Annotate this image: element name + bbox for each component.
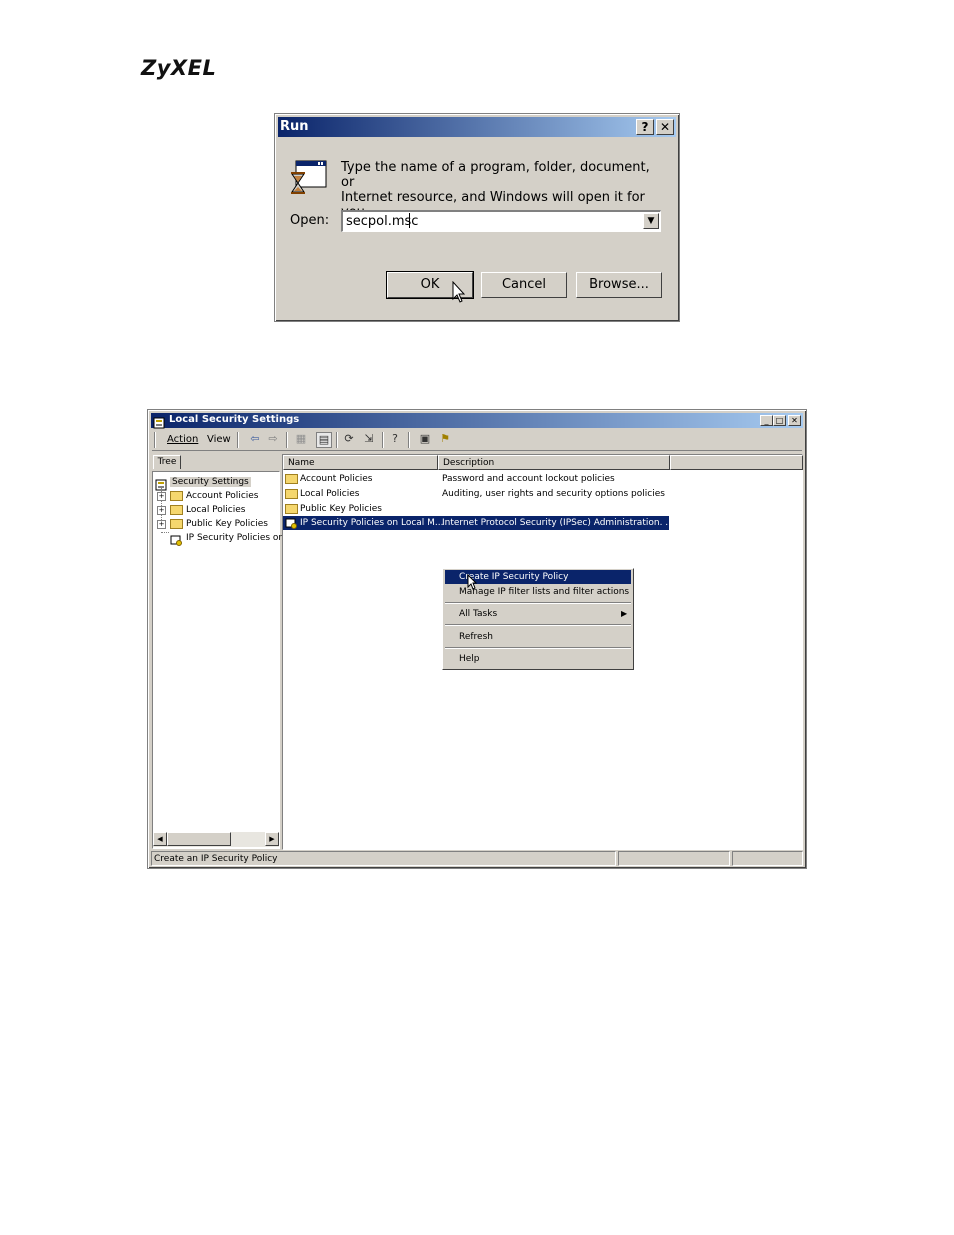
submenu-arrow-icon: ▶ bbox=[621, 609, 628, 618]
column-header-description[interactable]: Description bbox=[438, 455, 670, 470]
toolbar-separator bbox=[237, 432, 239, 448]
help-button[interactable]: ? bbox=[636, 119, 654, 135]
help-icon[interactable]: ? bbox=[388, 432, 402, 446]
lss-close-button[interactable]: ✕ bbox=[788, 415, 801, 426]
tree-item-public-key-policies[interactable]: Public Key Policies bbox=[186, 519, 268, 529]
row-name: IP Security Policies on Local M... bbox=[300, 518, 444, 528]
list-pane: Name Description Account Policies Passwo… bbox=[282, 454, 803, 850]
expand-icon[interactable]: + bbox=[157, 520, 166, 529]
folder-icon bbox=[285, 504, 298, 514]
forward-arrow-icon[interactable]: ⇨ bbox=[266, 432, 280, 446]
refresh-icon[interactable]: ⟳ bbox=[342, 432, 356, 446]
tree-horizontal-scrollbar[interactable]: ◀ ▶ bbox=[153, 832, 279, 847]
toolbar-separator bbox=[382, 432, 384, 448]
open-label: Open: bbox=[290, 213, 330, 228]
mouse-cursor-icon bbox=[452, 280, 466, 309]
toolbar-separator bbox=[336, 432, 338, 448]
lss-title: Local Security Settings bbox=[169, 414, 300, 425]
column-header-empty[interactable] bbox=[670, 455, 803, 470]
list-row[interactable]: Local Policies Auditing, user rights and… bbox=[283, 487, 669, 501]
menu-item-help[interactable]: Help bbox=[445, 652, 631, 666]
menu-item-all-tasks[interactable]: All Tasks bbox=[445, 607, 631, 621]
tree-pane: Security Settings + Account Policies + L… bbox=[152, 471, 284, 849]
toolbar-separator bbox=[286, 432, 288, 448]
row-name: Local Policies bbox=[300, 489, 360, 499]
ip-security-icon bbox=[170, 531, 182, 546]
menu-separator bbox=[445, 624, 631, 626]
tree-line bbox=[161, 532, 169, 534]
run-title-bar: Run ? ✕ bbox=[278, 117, 676, 137]
back-arrow-icon[interactable]: ⇦ bbox=[248, 432, 262, 446]
menu-action[interactable]: Action bbox=[167, 434, 198, 445]
open-combobox[interactable]: secpol.msc ▼ bbox=[341, 210, 661, 232]
list-row-selected[interactable]: IP Security Policies on Local M... Inter… bbox=[283, 516, 674, 530]
run-program-icon bbox=[290, 158, 328, 198]
zyxel-logo: ZyXEL bbox=[141, 56, 217, 80]
expand-icon[interactable]: + bbox=[157, 492, 166, 501]
status-panel bbox=[618, 851, 730, 866]
row-description: Internet Protocol Security (IPSec) Admin… bbox=[442, 518, 674, 528]
dropdown-arrow-icon[interactable]: ▼ bbox=[643, 213, 659, 229]
menu-view[interactable]: View bbox=[207, 434, 231, 445]
toolbar-separator bbox=[154, 432, 156, 448]
toolbar-separator bbox=[408, 432, 410, 448]
lss-toolbar: Action View ⇦ ⇨ ▦ ▤ ⟳ ⇲ ? ▣ ⚑ bbox=[152, 430, 802, 451]
run-prompt-line-1: Type the name of a program, folder, docu… bbox=[341, 160, 650, 190]
run-dialog: Run ? ✕ Type the name of a program, fold… bbox=[274, 113, 680, 322]
security-settings-icon bbox=[153, 414, 165, 429]
scroll-left-icon[interactable]: ◀ bbox=[153, 832, 167, 846]
manage-filters-icon[interactable]: ⚑ bbox=[438, 432, 452, 446]
close-button[interactable]: ✕ bbox=[656, 119, 674, 135]
minimize-button[interactable]: _ bbox=[760, 415, 773, 426]
export-list-icon[interactable]: ⇲ bbox=[362, 432, 376, 446]
status-text: Create an IP Security Policy bbox=[151, 851, 616, 866]
tree-item-local-policies[interactable]: Local Policies bbox=[186, 505, 245, 515]
browse-button[interactable]: Browse... bbox=[576, 272, 662, 298]
tree-tab[interactable]: Tree bbox=[153, 455, 181, 469]
menu-separator bbox=[445, 647, 631, 649]
folder-lock-icon bbox=[285, 474, 298, 484]
tree-item-security-settings[interactable]: Security Settings bbox=[170, 477, 251, 487]
context-menu: Create IP Security Policy Manage IP filt… bbox=[442, 568, 634, 670]
row-description: Password and account lockout policies bbox=[442, 474, 615, 484]
run-title: Run bbox=[280, 119, 309, 134]
status-bar: Create an IP Security Policy bbox=[151, 851, 803, 866]
text-caret bbox=[409, 213, 410, 228]
row-description: Auditing, user rights and security optio… bbox=[442, 489, 665, 499]
row-name: Account Policies bbox=[300, 474, 373, 484]
ip-security-icon bbox=[285, 517, 297, 529]
show-tree-icon[interactable]: ▤ bbox=[316, 432, 332, 448]
row-name: Public Key Policies bbox=[300, 504, 382, 514]
maximize-button[interactable]: □ bbox=[773, 415, 786, 426]
up-folder-icon[interactable]: ▦ bbox=[294, 432, 308, 446]
mouse-cursor-icon bbox=[467, 573, 478, 594]
local-security-settings-window: Local Security Settings _ □ ✕ Action Vie… bbox=[147, 409, 807, 869]
list-row[interactable]: Account Policies Password and account lo… bbox=[283, 472, 669, 486]
cancel-button[interactable]: Cancel bbox=[481, 272, 567, 298]
security-settings-icon bbox=[155, 476, 167, 491]
tree-item-account-policies[interactable]: Account Policies bbox=[186, 491, 259, 501]
menu-item-refresh[interactable]: Refresh bbox=[445, 630, 631, 644]
menu-separator bbox=[445, 602, 631, 604]
tree-item-ip-security-policies[interactable]: IP Security Policies on bbox=[186, 533, 284, 543]
list-row[interactable]: Public Key Policies bbox=[283, 502, 669, 516]
column-header-name[interactable]: Name bbox=[283, 455, 438, 470]
status-panel bbox=[732, 851, 803, 866]
expand-icon[interactable]: + bbox=[157, 506, 166, 515]
folder-lock-icon bbox=[170, 491, 183, 501]
folder-lock-icon bbox=[285, 489, 298, 499]
folder-lock-icon bbox=[170, 505, 183, 515]
open-input[interactable]: secpol.msc bbox=[346, 214, 418, 229]
scroll-thumb[interactable] bbox=[167, 832, 231, 846]
scroll-right-icon[interactable]: ▶ bbox=[265, 832, 279, 846]
lss-title-bar: Local Security Settings _ □ ✕ bbox=[151, 413, 803, 429]
folder-icon bbox=[170, 519, 183, 529]
new-policy-icon[interactable]: ▣ bbox=[418, 432, 432, 446]
